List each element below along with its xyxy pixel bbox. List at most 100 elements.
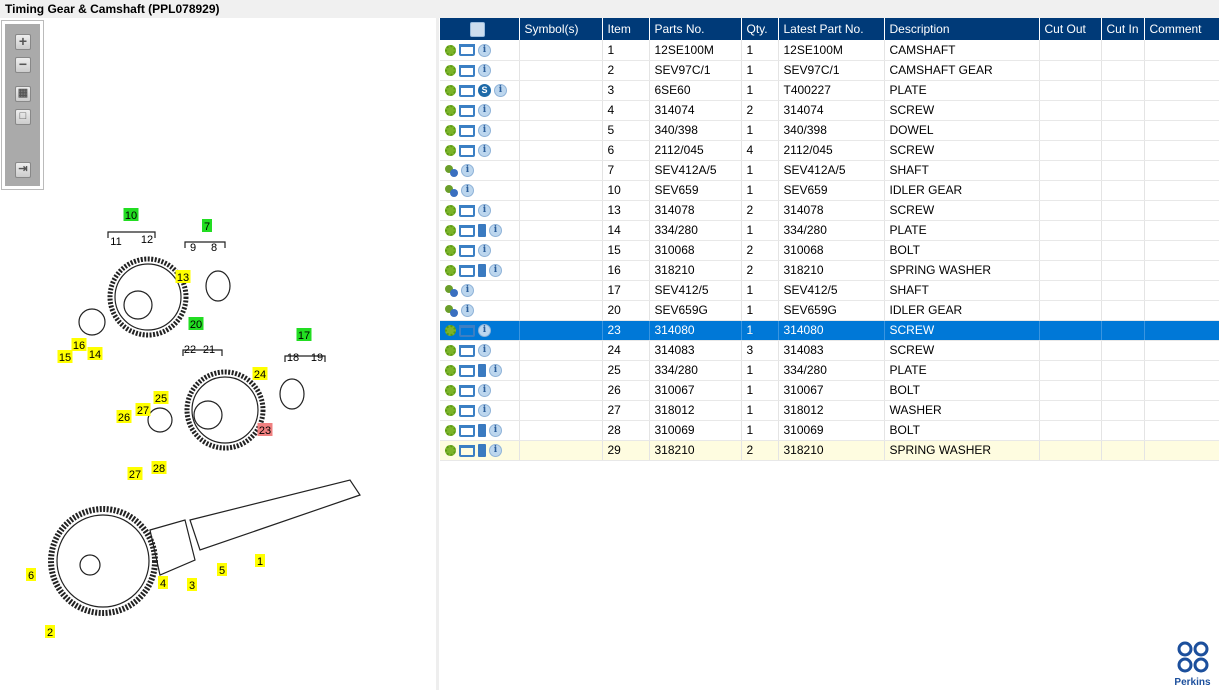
info-icon[interactable]: i (478, 344, 491, 358)
cart-icon[interactable] (459, 444, 475, 457)
info-icon[interactable]: i (478, 384, 491, 398)
cart-icon[interactable] (459, 384, 475, 397)
table-row[interactable]: i 23 314080 1 314080 SCREW (440, 320, 1219, 341)
info-icon[interactable]: i (461, 304, 474, 318)
info-icon[interactable]: i (478, 104, 491, 118)
callout-18[interactable]: 18 (287, 352, 299, 364)
table-row[interactable]: i 2 SEV97C/1 1 SEV97C/1 CAMSHAFT GEAR (440, 60, 1219, 81)
callout-22[interactable]: 22 (184, 344, 196, 356)
info-icon[interactable]: i (478, 144, 491, 158)
gear-icon[interactable] (445, 325, 456, 337)
callout-25[interactable]: 25 (153, 391, 169, 405)
column-header-symbol-s[interactable]: Symbol(s) (519, 18, 603, 40)
info-icon[interactable]: i (478, 64, 491, 78)
gear-icon[interactable] (445, 65, 456, 77)
callout-16[interactable]: 16 (71, 338, 87, 352)
callout-9[interactable]: 9 (190, 242, 196, 254)
actual-size-button[interactable]: □ (15, 109, 31, 125)
cart-icon[interactable] (459, 244, 475, 257)
cart-icon[interactable] (459, 44, 475, 57)
export-button[interactable]: ⇥ (15, 162, 31, 178)
callout-13[interactable]: 13 (175, 270, 191, 284)
callout-2[interactable]: 2 (45, 625, 55, 639)
callout-23[interactable]: 23 (257, 423, 273, 437)
gear-icon[interactable] (445, 105, 456, 117)
table-row[interactable]: i 27 318012 1 318012 WASHER (440, 400, 1219, 421)
callout-27[interactable]: 27 (135, 403, 151, 417)
book-icon[interactable] (478, 224, 486, 238)
gear-icon[interactable] (445, 405, 456, 417)
table-row[interactable]: i 1 12SE100M 1 12SE100M CAMSHAFT (440, 40, 1219, 61)
callout-19[interactable]: 19 (311, 352, 323, 364)
callout-12[interactable]: 12 (141, 234, 153, 246)
gear-icon[interactable] (445, 225, 456, 237)
column-header-cut-in[interactable]: Cut In (1101, 18, 1145, 40)
info-icon[interactable]: i (461, 284, 474, 298)
book-icon[interactable] (478, 424, 486, 438)
callout-21[interactable]: 21 (203, 344, 215, 356)
assembly-gears-icon[interactable] (445, 164, 458, 177)
fit-view-button[interactable]: ▦ (15, 86, 31, 102)
assembly-gears-icon[interactable] (445, 184, 458, 197)
column-header-cut-out[interactable]: Cut Out (1039, 18, 1102, 40)
table-row[interactable]: i 25 334/280 1 334/280 PLATE (440, 360, 1219, 381)
parts-diagram[interactable]: 1011 1279 8131516142022 211718 1924232526272… (0, 195, 435, 690)
table-row[interactable]: i 17 SEV412/5 1 SEV412/5 SHAFT (440, 280, 1219, 301)
table-row[interactable]: i 14 334/280 1 334/280 PLATE (440, 220, 1219, 241)
callout-6[interactable]: 6 (26, 568, 36, 582)
cart-icon[interactable] (459, 64, 475, 77)
table-row[interactable]: i 20 SEV659G 1 SEV659G IDLER GEAR (440, 300, 1219, 321)
search-parts-icon[interactable] (470, 21, 486, 37)
cart-icon[interactable] (459, 224, 475, 237)
info-icon[interactable]: i (489, 224, 502, 238)
callout-8[interactable]: 8 (211, 242, 217, 254)
gear-icon[interactable] (445, 425, 456, 437)
callout-17[interactable]: 17 (296, 328, 312, 342)
zoom-out-button[interactable]: − (15, 57, 31, 73)
table-row[interactable]: i 16 318210 2 318210 SPRING WASHER (440, 260, 1219, 281)
cart-icon[interactable] (459, 324, 475, 337)
table-row[interactable]: i 7 SEV412A/5 1 SEV412A/5 SHAFT (440, 160, 1219, 181)
supersession-icon[interactable]: S (478, 84, 491, 98)
assembly-gears-icon[interactable] (445, 304, 458, 317)
callout-11[interactable]: 11 (110, 236, 121, 248)
column-header-qty[interactable]: Qty. (741, 18, 779, 40)
column-header-actions[interactable] (440, 18, 520, 40)
cart-icon[interactable] (459, 144, 475, 157)
gear-icon[interactable] (445, 365, 456, 377)
assembly-gears-icon[interactable] (445, 284, 458, 297)
cart-icon[interactable] (459, 404, 475, 417)
callout-20[interactable]: 20 (188, 317, 204, 331)
table-row[interactable]: i 6 2112/045 4 2112/045 SCREW (440, 140, 1219, 161)
callout-7[interactable]: 7 (202, 219, 212, 233)
column-header-item[interactable]: Item (602, 18, 650, 40)
cart-icon[interactable] (459, 104, 475, 117)
info-icon[interactable]: i (489, 424, 502, 438)
callout-14[interactable]: 14 (87, 347, 103, 361)
table-row[interactable]: i 15 310068 2 310068 BOLT (440, 240, 1219, 261)
cart-icon[interactable] (459, 204, 475, 217)
cart-icon[interactable] (459, 124, 475, 137)
gear-icon[interactable] (445, 125, 456, 137)
callout-10[interactable]: 10 (123, 208, 139, 222)
table-row[interactable]: i 28 310069 1 310069 BOLT (440, 420, 1219, 441)
info-icon[interactable]: i (489, 444, 502, 458)
table-row[interactable]: i 26 310067 1 310067 BOLT (440, 380, 1219, 401)
gear-icon[interactable] (445, 265, 456, 277)
callout-28[interactable]: 28 (151, 461, 167, 475)
info-icon[interactable]: i (478, 324, 491, 338)
info-icon[interactable]: i (478, 244, 491, 258)
book-icon[interactable] (478, 444, 486, 458)
gear-icon[interactable] (445, 145, 456, 157)
info-icon[interactable]: i (461, 184, 474, 198)
table-row[interactable]: i 4 314074 2 314074 SCREW (440, 100, 1219, 121)
info-icon[interactable]: i (478, 204, 491, 218)
callout-24[interactable]: 24 (252, 367, 268, 381)
column-header-latest-part-no[interactable]: Latest Part No. (778, 18, 885, 40)
gear-icon[interactable] (445, 245, 456, 257)
cart-icon[interactable] (459, 364, 475, 377)
cart-icon[interactable] (459, 344, 475, 357)
info-icon[interactable]: i (478, 404, 491, 418)
gear-icon[interactable] (445, 85, 456, 97)
book-icon[interactable] (478, 364, 486, 378)
